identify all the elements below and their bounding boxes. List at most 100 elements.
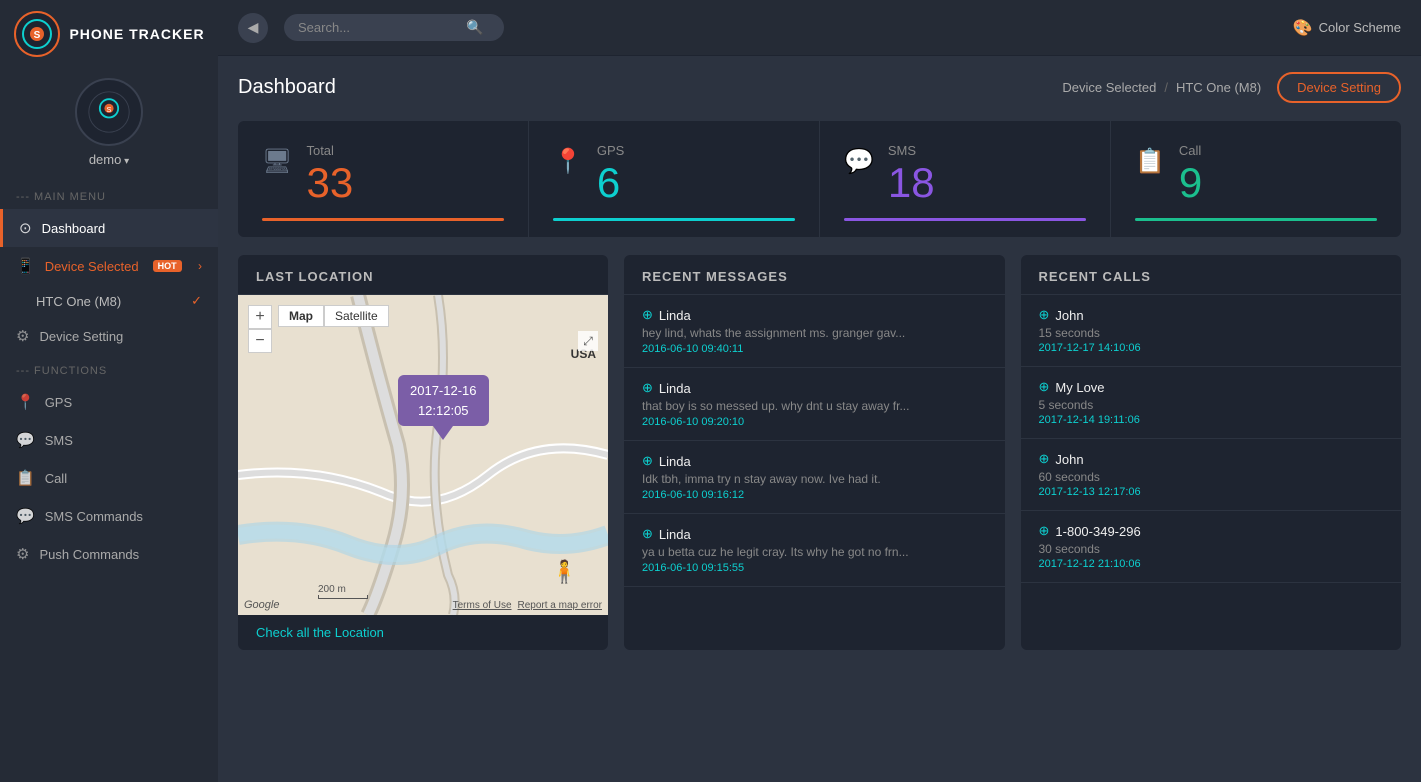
message-preview-1: that boy is so messed up. why dnt u stay…: [642, 399, 922, 413]
map-container[interactable]: + − Map Satellite USA ⤢ 2: [238, 295, 608, 615]
stat-gps-info: GPS 6: [597, 143, 795, 204]
panels-row: LAST LOCATION: [238, 255, 1401, 650]
color-scheme-label: Color Scheme: [1319, 20, 1401, 35]
user-name[interactable]: demo: [89, 152, 129, 167]
sidebar-item-gps[interactable]: 📍 GPS: [0, 383, 218, 421]
breadcrumb-separator: /: [1164, 80, 1168, 95]
stat-sms-label: SMS: [888, 143, 1086, 158]
main-content: Dashboard Device Selected / HTC One (M8)…: [218, 56, 1421, 782]
map-tab[interactable]: Map: [278, 305, 324, 327]
sms-stat-icon: 💬: [844, 147, 874, 176]
stat-sms-bar: [844, 218, 1086, 221]
call-time-3: 2017-12-12 21:10:06: [1039, 558, 1384, 570]
hot-badge: HOT: [153, 260, 182, 272]
sidebar-device-name-item[interactable]: HTC One (M8) ✓: [0, 285, 218, 317]
message-item-0[interactable]: ⊕ Linda hey lind, whats the assignment m…: [624, 295, 1005, 368]
gps-icon: 📍: [16, 393, 35, 411]
pin-tail: [433, 426, 453, 440]
calls-panel: RECENT CALLS ⊕ John 15 seconds 2017-12-1…: [1021, 255, 1402, 650]
map-panel-header: LAST LOCATION: [238, 255, 608, 295]
call-time-0: 2017-12-17 14:10:06: [1039, 342, 1384, 354]
sidebar-item-dashboard[interactable]: ⊙ Dashboard: [0, 209, 218, 247]
call-name-2: ⊕ John: [1039, 451, 1384, 467]
svg-text:S: S: [107, 105, 112, 114]
satellite-tab[interactable]: Satellite: [324, 305, 389, 327]
calls-panel-header: RECENT CALLS: [1021, 255, 1402, 295]
main-area: ◀ 🔍 🎨 Color Scheme Dashboard Device Sele…: [218, 0, 1421, 782]
map-scale: 200 m: [318, 584, 368, 599]
map-scale-text: 200 m: [318, 584, 346, 595]
fullscreen-button[interactable]: ⤢: [578, 331, 598, 351]
stat-total-label: Total: [306, 143, 504, 158]
phone-icon: 📱: [16, 257, 35, 275]
contact-icon-1: ⊕: [642, 380, 653, 396]
sidebar-item-device-setting[interactable]: ⚙ Device Setting: [0, 317, 218, 355]
monitor-icon: 🖥: [262, 147, 292, 176]
check-icon: ✓: [191, 293, 202, 309]
functions-label: --- FUNCTIONS: [0, 359, 218, 383]
map-pin: 2017-12-16 12:12:05: [398, 375, 489, 440]
call-contact-icon-3: ⊕: [1039, 523, 1050, 539]
stat-sms-value: 18: [888, 162, 1086, 204]
map-type-buttons: Map Satellite: [278, 305, 389, 327]
message-time-2: 2016-06-10 09:16:12: [642, 489, 987, 501]
pin-date: 2017-12-16: [410, 381, 477, 401]
call-duration-3: 30 seconds: [1039, 542, 1384, 556]
sidebar-item-label-dashboard: Dashboard: [42, 221, 106, 236]
push-commands-icon: ⚙: [16, 545, 29, 563]
color-scheme-icon: 🎨: [1293, 18, 1313, 38]
message-preview-0: hey lind, whats the assignment ms. grang…: [642, 326, 922, 340]
call-item-0[interactable]: ⊕ John 15 seconds 2017-12-17 14:10:06: [1021, 295, 1402, 367]
sidebar-item-push-commands[interactable]: ⚙ Push Commands: [0, 535, 218, 573]
call-name-0: ⊕ John: [1039, 307, 1384, 323]
report-link[interactable]: Report a map error: [518, 600, 602, 611]
stat-gps-top: 📍 GPS 6: [553, 143, 795, 204]
color-scheme-toggle[interactable]: 🎨 Color Scheme: [1293, 18, 1401, 38]
chevron-right-icon: ›: [198, 259, 202, 273]
call-item-3[interactable]: ⊕ 1-800-349-296 30 seconds 2017-12-12 21…: [1021, 511, 1402, 583]
sidebar-item-call[interactable]: 📋 Call: [0, 459, 218, 497]
message-name-1: ⊕ Linda: [642, 380, 987, 396]
map-footer-logo: Google: [244, 599, 279, 611]
avatar-icon: S: [87, 90, 131, 134]
search-input[interactable]: [298, 20, 458, 35]
device-setting-button[interactable]: Device Setting: [1277, 72, 1401, 103]
stat-call-top: 📋 Call 9: [1135, 143, 1377, 204]
terms-link[interactable]: Terms of Use: [453, 600, 512, 611]
stat-total-info: Total 33: [306, 143, 504, 204]
check-location-link[interactable]: Check all the Location: [238, 615, 608, 650]
map-scale-bar: [318, 595, 368, 599]
sidebar-call-label: Call: [45, 471, 67, 486]
stat-call: 📋 Call 9: [1111, 121, 1401, 237]
sidebar-item-sms-commands[interactable]: 💬 SMS Commands: [0, 497, 218, 535]
message-item-2[interactable]: ⊕ Linda Idk tbh, imma try n stay away no…: [624, 441, 1005, 514]
message-item-1[interactable]: ⊕ Linda that boy is so messed up. why dn…: [624, 368, 1005, 441]
stat-sms: 💬 SMS 18: [820, 121, 1111, 237]
avatar: S: [75, 78, 143, 146]
stat-gps-value: 6: [597, 162, 795, 204]
person-icon: 🧍: [551, 559, 578, 585]
sidebar-item-device-selected[interactable]: 📱 Device Selected HOT ›: [0, 247, 218, 285]
call-duration-2: 60 seconds: [1039, 470, 1384, 484]
call-time-1: 2017-12-14 19:11:06: [1039, 414, 1384, 426]
map-footer-links: Terms of Use Report a map error: [453, 600, 602, 611]
sidebar-sms-label: SMS: [45, 433, 73, 448]
call-item-1[interactable]: ⊕ My Love 5 seconds 2017-12-14 19:11:06: [1021, 367, 1402, 439]
map-panel: LAST LOCATION: [238, 255, 608, 650]
sidebar-item-sms[interactable]: 💬 SMS: [0, 421, 218, 459]
back-button[interactable]: ◀: [238, 13, 268, 43]
breadcrumb: Device Selected / HTC One (M8): [1062, 80, 1261, 95]
zoom-in-button[interactable]: +: [248, 305, 272, 329]
zoom-out-button[interactable]: −: [248, 329, 272, 353]
message-item-3[interactable]: ⊕ Linda ya u betta cuz he legit cray. It…: [624, 514, 1005, 587]
sidebar-device-setting-label: Device Setting: [39, 329, 123, 344]
call-contact-icon-2: ⊕: [1039, 451, 1050, 467]
contact-icon-0: ⊕: [642, 307, 653, 323]
stat-call-info: Call 9: [1179, 143, 1377, 204]
page-title: Dashboard: [238, 76, 336, 99]
call-item-2[interactable]: ⊕ John 60 seconds 2017-12-13 12:17:06: [1021, 439, 1402, 511]
sidebar-push-commands-label: Push Commands: [39, 547, 139, 562]
stat-total-bar: [262, 218, 504, 221]
stat-total-value: 33: [306, 162, 504, 204]
call-stat-icon: 📋: [1135, 147, 1165, 176]
